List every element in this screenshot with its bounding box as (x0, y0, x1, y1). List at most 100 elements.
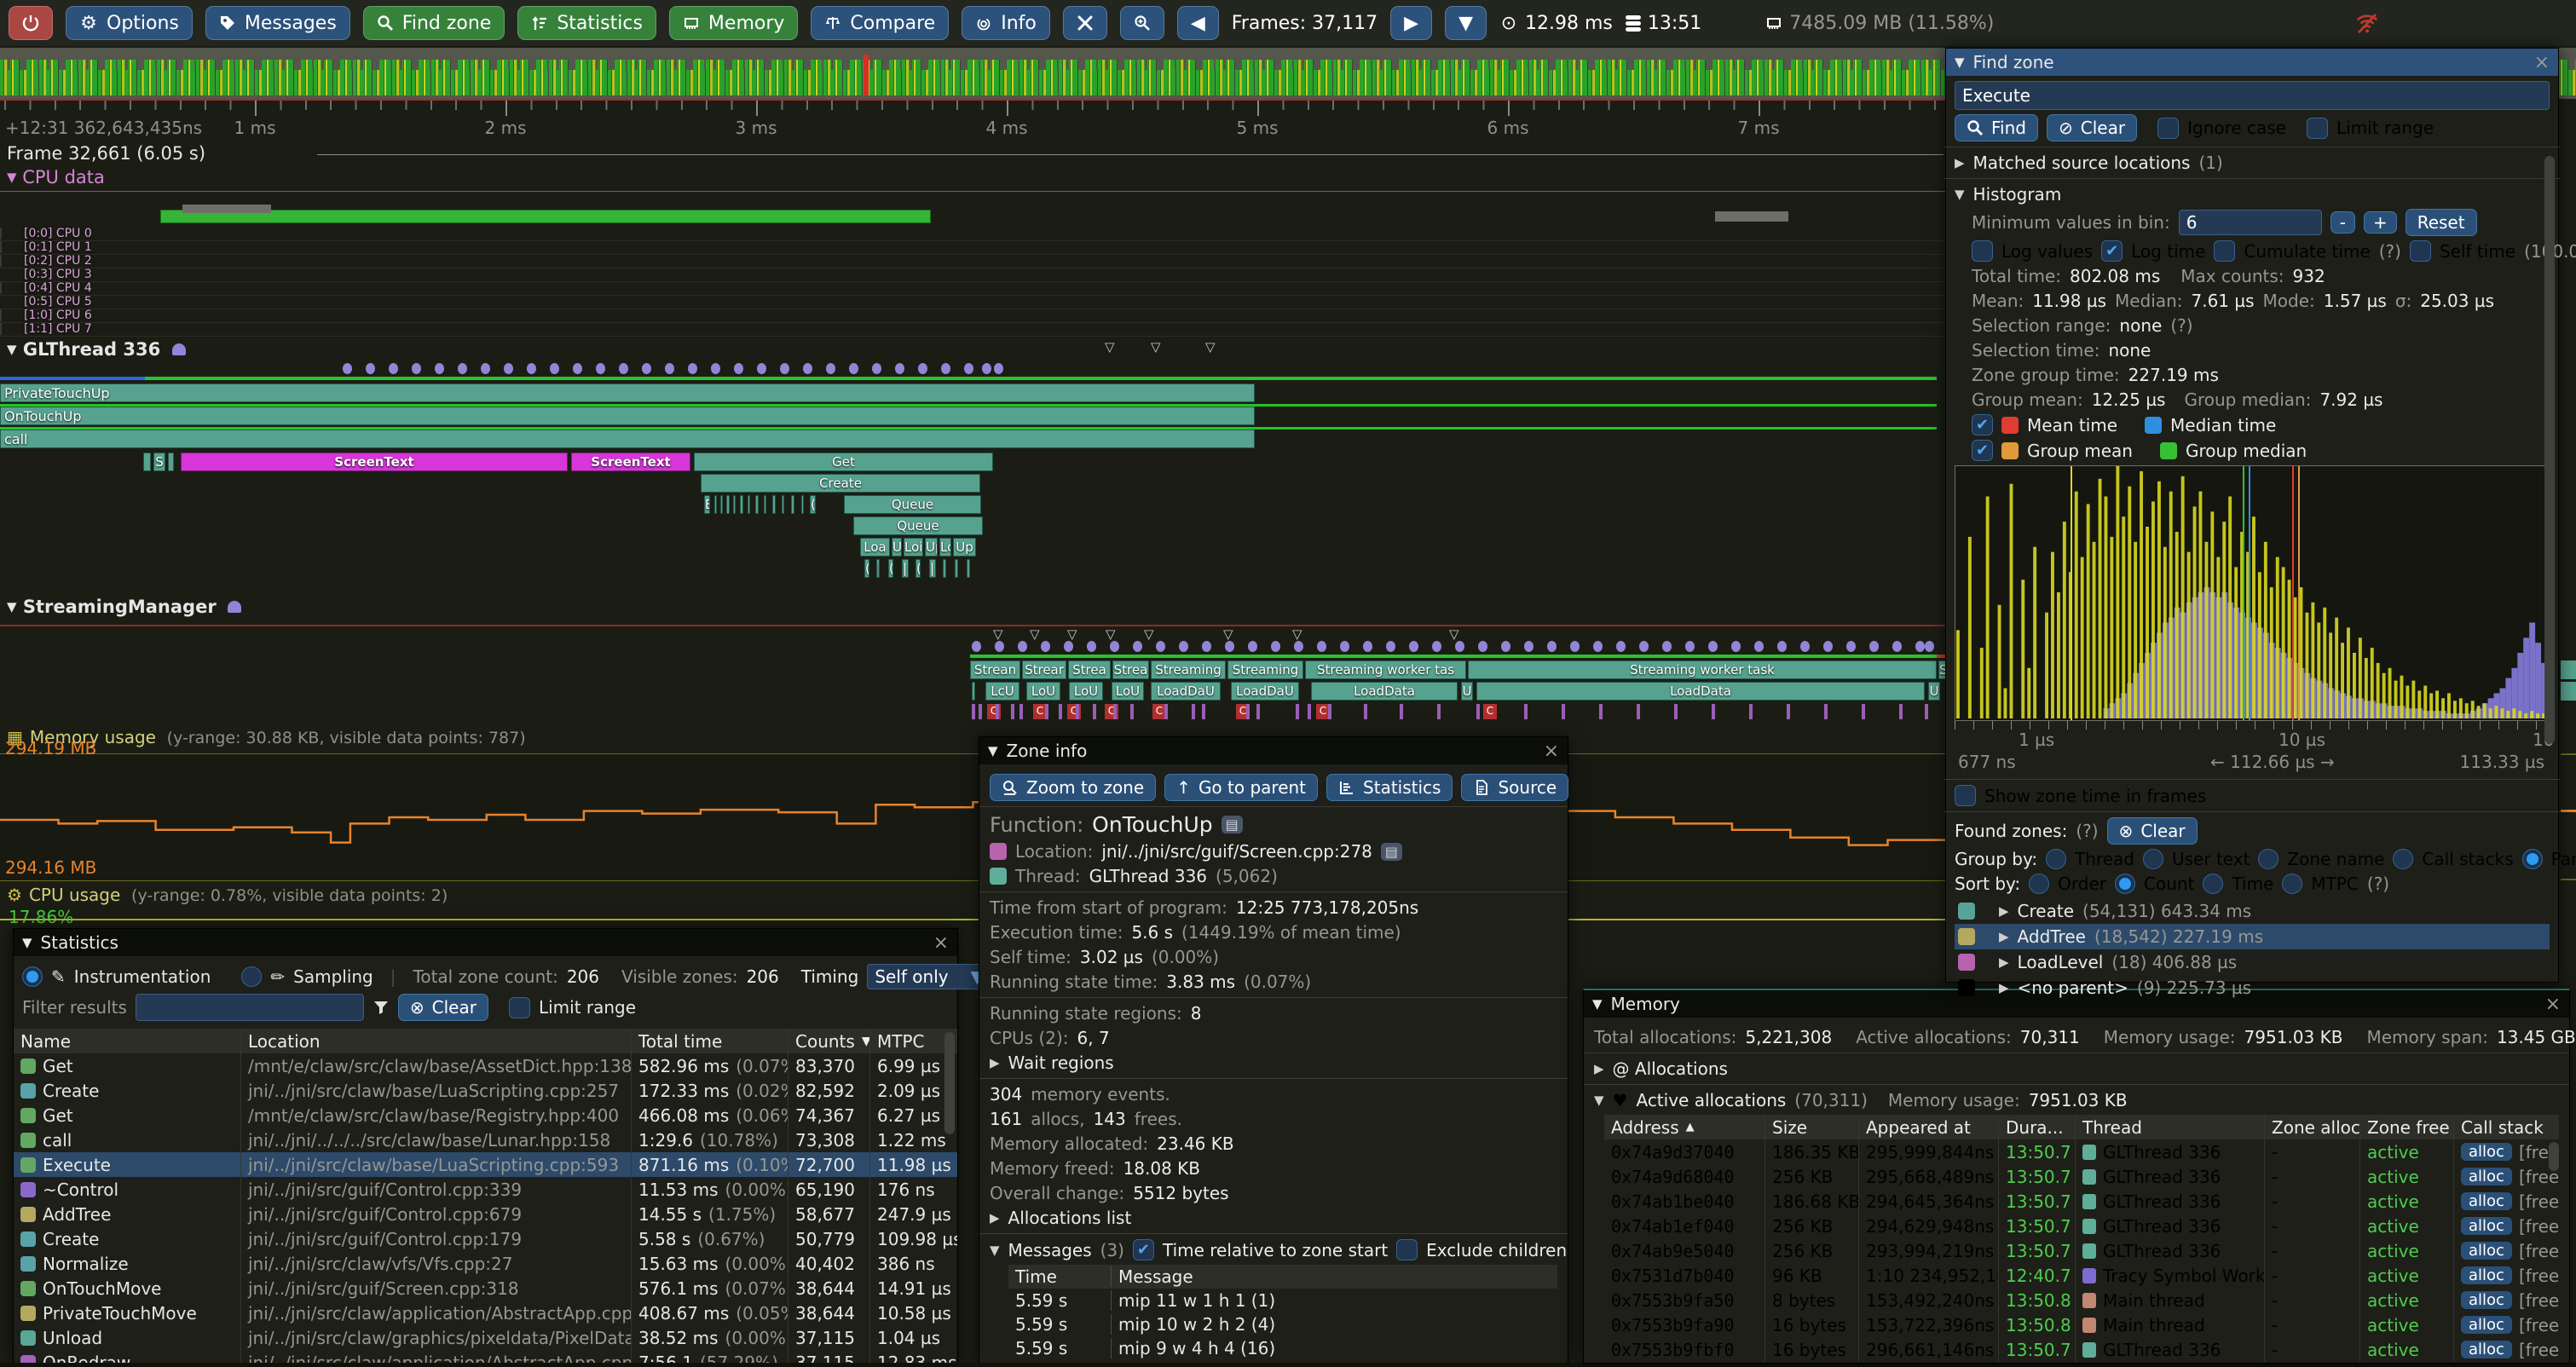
bin-plus-button[interactable]: + (2364, 211, 2397, 234)
allocation-row[interactable]: 0x7531d7b040 96 KB 1:10 234,952,161 12:4… (1604, 1263, 2559, 1288)
sort-by-radio[interactable] (2203, 874, 2223, 894)
zone-bar[interactable] (943, 559, 946, 578)
found-zone-row[interactable]: ▶ LoadLevel (18) 406.88 µs (1955, 949, 2550, 975)
sample-dot[interactable] (1041, 641, 1050, 652)
message-row[interactable]: 5.59 smip 9 w 4 h 4 (16) (1008, 1336, 1557, 1360)
message-tick[interactable] (1364, 704, 1367, 719)
zone-bar[interactable]: OnTouchUp (0, 407, 1255, 425)
message-tick[interactable] (1192, 704, 1195, 719)
close-icon[interactable]: × (2534, 52, 2550, 73)
memory-graph-plot[interactable] (0, 753, 1946, 881)
find-button[interactable]: Find (1955, 114, 2038, 141)
source-button[interactable]: Source (1461, 774, 1568, 801)
message-tick[interactable] (1749, 704, 1753, 719)
message-tick[interactable] (1862, 704, 1865, 719)
prev-frame-button[interactable]: ◀ (1177, 6, 1219, 40)
sample-dot[interactable] (1179, 641, 1188, 652)
find-zone-titlebar[interactable]: ▼Find zone× (1946, 49, 2558, 76)
zone-bar[interactable]: Strear (1022, 660, 1066, 679)
time-relative-checkbox[interactable]: ✔ (1133, 1239, 1154, 1260)
message-tick[interactable] (1674, 704, 1678, 719)
sample-dot[interactable] (665, 363, 674, 374)
frame-marker-icon[interactable]: ▽ (1067, 626, 1077, 642)
sample-dot[interactable] (1455, 641, 1464, 652)
log-time-checkbox[interactable]: ✔ (2101, 240, 2123, 262)
sample-dot[interactable] (1432, 641, 1441, 652)
zone-bar[interactable]: ScreenText (571, 453, 690, 471)
message-tick[interactable] (1308, 704, 1311, 719)
zone-bar[interactable]: Streaming worker task (1468, 660, 1937, 679)
sample-dot[interactable] (757, 363, 766, 374)
message-tick[interactable] (1328, 704, 1331, 719)
streaming-header[interactable]: ▼ StreamingManager (7, 597, 241, 617)
memory-scrollbar[interactable] (2549, 1142, 2559, 1171)
zone-bar[interactable] (740, 495, 743, 514)
stats-table-row[interactable]: Create jni/../jni/src/guif/Control.cpp:1… (14, 1226, 957, 1251)
zone-bar[interactable]: Strea (1068, 660, 1111, 679)
sample-dot[interactable] (688, 363, 697, 374)
message-tick[interactable] (1059, 704, 1062, 719)
sample-dot[interactable] (1064, 641, 1073, 652)
cpu-data-header[interactable]: ▼ CPU data (7, 167, 105, 187)
alloc-callstack-button[interactable]: alloc (2461, 1316, 2512, 1334)
sample-dot[interactable] (1225, 641, 1234, 652)
zone-bar[interactable]: Loa (860, 538, 890, 557)
frame-marker-icon[interactable]: ▽ (993, 626, 1003, 642)
sample-dot[interactable] (872, 363, 881, 374)
frame-marker-icon[interactable]: ▽ (1030, 626, 1040, 642)
stats-table-row[interactable]: Get /mnt/e/claw/src/claw/base/Registry.h… (14, 1103, 957, 1128)
sample-dot[interactable] (982, 363, 991, 374)
allocation-row[interactable]: 0x74ab1ef040 256 KB 294,629,948ns 13:50.… (1604, 1214, 2559, 1238)
close-icon[interactable]: × (933, 932, 949, 954)
sample-dot[interactable] (972, 641, 981, 652)
sort-by-radio[interactable] (2115, 874, 2135, 894)
group-by-radio[interactable] (2258, 849, 2279, 869)
sample-dot[interactable] (1800, 641, 1810, 652)
sample-dot[interactable] (1386, 641, 1395, 652)
sample-dot[interactable] (1639, 641, 1649, 652)
sample-dot[interactable] (435, 363, 444, 374)
allocations-list-expander[interactable]: ▶Allocations list (990, 1208, 1557, 1228)
findzone-scrollbar[interactable] (2544, 156, 2555, 744)
cpu-segment[interactable] (0, 323, 2, 335)
zone-bar[interactable]: Get (694, 453, 993, 471)
sample-dot[interactable] (994, 363, 1003, 374)
stats-table-row[interactable]: call jni/../jni/../../../src/claw/base/L… (14, 1128, 957, 1152)
message-tick[interactable] (1476, 704, 1480, 719)
zone-bar[interactable]: LoadData (1311, 682, 1458, 701)
sample-dot[interactable] (481, 363, 490, 374)
clipboard-icon[interactable]: ▤ (1222, 816, 1243, 833)
zone-bar[interactable] (801, 495, 804, 514)
zone-info-titlebar[interactable]: ▼Zone info× (979, 737, 1568, 764)
stats-table-row[interactable]: Create jni/../jni/src/claw/base/LuaScrip… (14, 1078, 957, 1103)
message-tick[interactable] (1562, 704, 1565, 719)
sample-dot[interactable] (1593, 641, 1603, 652)
clipboard-icon[interactable]: ▤ (1381, 843, 1402, 861)
zone-bar[interactable]: |~ (902, 559, 909, 578)
timing-dropdown[interactable]: Self only▼ (867, 964, 991, 989)
sample-dot[interactable] (1685, 641, 1695, 652)
frame-marker-icon[interactable]: ▽ (1144, 626, 1154, 642)
frame-marker-icon[interactable]: ▽ (1205, 339, 1216, 355)
memory-button[interactable]: Memory (669, 6, 798, 40)
allocation-row[interactable]: 0x7553b9fa90 16 bytes 153,722,396ns 13:5… (1604, 1312, 2559, 1337)
frame-marker-icon[interactable]: ▽ (1223, 626, 1233, 642)
zone-statistics-button[interactable]: Statistics (1326, 774, 1453, 801)
alloc-callstack-button[interactable]: alloc (2461, 1168, 2512, 1185)
message-tick[interactable] (1113, 704, 1117, 719)
sample-dot[interactable] (1087, 641, 1096, 652)
sample-dot[interactable] (1271, 641, 1280, 652)
zone-bar[interactable]: LoadDaU (1231, 682, 1299, 701)
goto-frame-button[interactable]: ▼ (1445, 6, 1487, 40)
message-tick[interactable] (1637, 704, 1640, 719)
zone-bar[interactable] (714, 495, 717, 514)
zone-bar[interactable] (972, 682, 975, 701)
funnel-icon[interactable] (373, 999, 390, 1016)
zone-bar[interactable]: Create (701, 474, 980, 493)
next-frame-button[interactable]: ▶ (1390, 6, 1432, 40)
zone-bar[interactable] (755, 495, 759, 514)
matched-locations-expander[interactable]: ▶Matched source locations(1) (1955, 153, 2550, 173)
limit-range-checkbox[interactable] (2307, 118, 2328, 139)
zone-bar[interactable]: PrivateTouchUp (0, 384, 1255, 402)
sample-dot[interactable] (366, 363, 375, 374)
